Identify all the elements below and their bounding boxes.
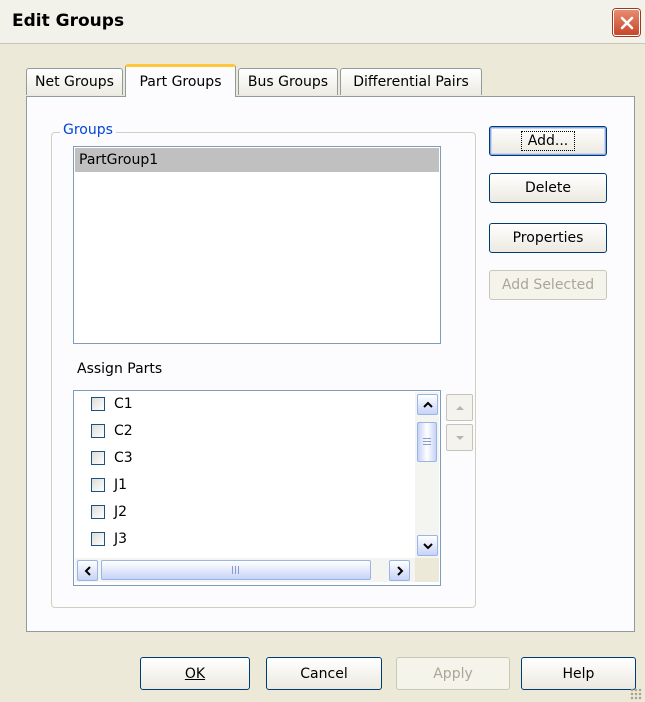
tab-bus-groups[interactable]: Bus Groups	[238, 68, 338, 95]
grip-icon	[423, 438, 431, 446]
tab-part-groups[interactable]: Part Groups	[125, 64, 236, 97]
list-item[interactable]: C2	[91, 421, 133, 441]
part-checkbox[interactable]	[91, 424, 105, 438]
window-left-border	[0, 44, 4, 702]
list-item[interactable]: C1	[91, 394, 133, 414]
list-item[interactable]: J3	[91, 529, 127, 549]
add-selected-button[interactable]: Add Selected	[489, 270, 607, 300]
scroll-corner	[415, 558, 439, 582]
list-item[interactable]: J1	[91, 475, 127, 495]
help-button-label: Help	[562, 665, 595, 682]
apply-button[interactable]: Apply	[396, 657, 510, 690]
tab-label: Net Groups	[35, 74, 114, 90]
part-label: C1	[114, 396, 133, 412]
tab-differential-pairs[interactable]: Differential Pairs	[340, 68, 482, 95]
tab-label: Differential Pairs	[353, 74, 469, 90]
part-checkbox[interactable]	[91, 532, 105, 546]
properties-button[interactable]: Properties	[489, 223, 607, 253]
scroll-up-button[interactable]	[417, 394, 438, 415]
resize-grip-icon[interactable]	[630, 688, 642, 700]
part-checkbox[interactable]	[91, 478, 105, 492]
assign-parts-label: Assign Parts	[77, 361, 163, 377]
close-button[interactable]	[613, 9, 640, 36]
part-checkbox[interactable]	[91, 505, 105, 519]
tab-label: Part Groups	[139, 74, 222, 90]
arrow-up-icon	[422, 401, 433, 408]
list-item[interactable]: PartGroup1	[75, 148, 439, 172]
scroll-right-button[interactable]	[389, 560, 410, 581]
move-up-icon	[455, 405, 464, 410]
delete-button-label: Delete	[525, 180, 571, 196]
add-selected-button-label: Add Selected	[501, 277, 595, 293]
tab-label: Bus Groups	[247, 74, 329, 90]
close-icon	[620, 16, 633, 29]
move-down-icon	[455, 435, 464, 440]
groups-list[interactable]: PartGroup1	[73, 146, 441, 344]
arrow-down-icon	[422, 542, 433, 549]
arrow-right-icon	[396, 565, 403, 576]
horizontal-scrollbar[interactable]	[75, 558, 415, 582]
vertical-scrollbar[interactable]	[415, 392, 439, 558]
part-label: J1	[114, 477, 128, 493]
part-label: J2	[114, 504, 128, 520]
ok-button-label: OK	[184, 665, 206, 682]
window-title: Edit Groups	[12, 11, 125, 31]
groups-label: Groups	[60, 122, 116, 138]
part-checkbox[interactable]	[91, 451, 105, 465]
add-button[interactable]: Add...	[489, 126, 607, 156]
part-label: C3	[114, 450, 133, 466]
cancel-button-label: Cancel	[300, 665, 348, 682]
apply-button-label: Apply	[433, 665, 473, 682]
help-button[interactable]: Help	[521, 657, 636, 690]
ok-button[interactable]: OK	[140, 657, 250, 690]
arrow-left-icon	[84, 565, 91, 576]
grip-icon	[232, 566, 240, 574]
properties-button-label: Properties	[512, 230, 584, 246]
part-label: C2	[114, 423, 133, 439]
scroll-down-button[interactable]	[417, 535, 438, 556]
part-checkbox[interactable]	[91, 397, 105, 411]
delete-button[interactable]: Delete	[489, 173, 607, 203]
scroll-thumb[interactable]	[101, 560, 371, 580]
assign-parts-list[interactable]: C1 C2 C3 J1 J2 J3	[73, 390, 441, 586]
tab-net-groups[interactable]: Net Groups	[26, 68, 123, 95]
move-up-button[interactable]	[446, 394, 473, 421]
scroll-left-button[interactable]	[77, 560, 98, 581]
list-item[interactable]: C3	[91, 448, 133, 468]
title-bar: Edit Groups	[0, 0, 645, 44]
add-button-label: Add...	[520, 131, 576, 151]
cancel-button[interactable]: Cancel	[266, 657, 382, 690]
list-item[interactable]: J2	[91, 502, 127, 522]
part-label: J3	[114, 531, 128, 547]
scroll-thumb[interactable]	[417, 422, 437, 462]
move-down-button[interactable]	[446, 424, 473, 451]
